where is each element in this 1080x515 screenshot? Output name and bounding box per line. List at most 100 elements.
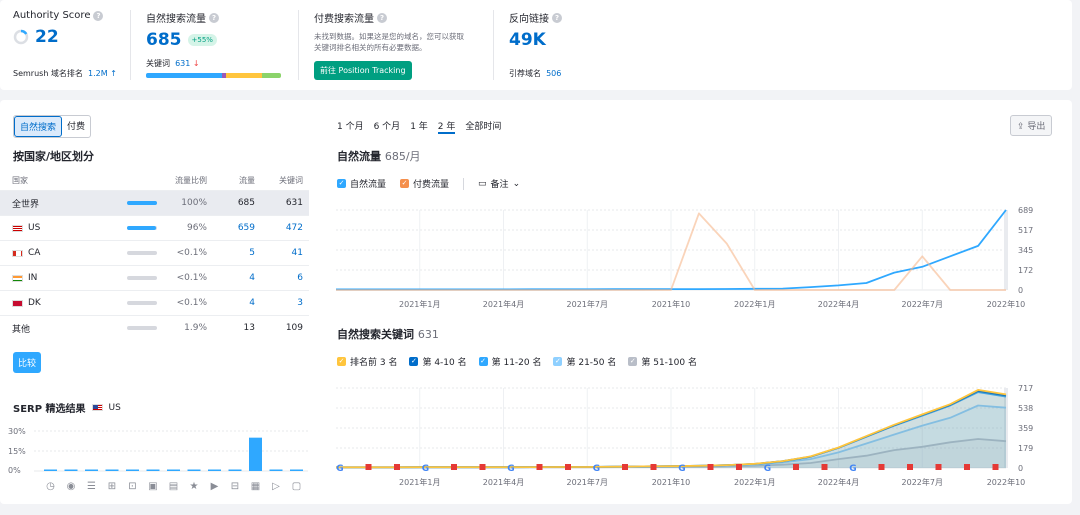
help-icon[interactable]: ? xyxy=(552,12,562,23)
serp-bar[interactable] xyxy=(105,469,119,472)
table-row[interactable]: 全世界 100% 685 631 xyxy=(0,190,309,215)
help-icon[interactable]: ? xyxy=(93,10,104,21)
faq-icon[interactable]: ▢ xyxy=(292,481,301,492)
timeframe-tab[interactable]: 2 年 xyxy=(437,119,456,134)
export-button[interactable]: ⇪ 导出 xyxy=(1010,115,1053,136)
country-name[interactable]: CA xyxy=(28,248,40,258)
country-name[interactable]: 全世界 xyxy=(12,197,39,210)
serp-bar[interactable] xyxy=(228,469,242,472)
legend-item[interactable]: ✓ 第 11-20 名 xyxy=(478,355,541,368)
country-name[interactable]: IN xyxy=(28,273,37,283)
organic-toggle[interactable]: 自然搜索 xyxy=(14,116,63,137)
table-row[interactable]: IN <0.1% 4 6 xyxy=(0,265,309,290)
divider xyxy=(463,177,465,190)
traffic-value[interactable]: 659 xyxy=(207,223,255,233)
image-pack-icon[interactable]: ▣ xyxy=(148,481,157,492)
serp-bar[interactable] xyxy=(64,469,78,472)
sitelinks-icon[interactable]: ⊞ xyxy=(108,481,116,492)
featured-snippet-icon[interactable]: ◷ xyxy=(46,481,55,492)
carousel-icon[interactable]: ▷ xyxy=(272,481,280,492)
y-tick-label: 717 xyxy=(1018,384,1033,393)
help-icon[interactable]: ? xyxy=(209,12,219,23)
serp-bar[interactable] xyxy=(167,469,180,472)
table-row[interactable]: CA <0.1% 5 41 xyxy=(0,240,309,265)
paid-traffic-desc: 未找到数据。如果这是您的域名，您可以获取 关键词排名相关的所有必要数据。 xyxy=(314,31,464,53)
notes-dropdown[interactable]: ▭ 备注 ⌄ xyxy=(478,177,520,191)
traffic-value[interactable]: 5 xyxy=(207,248,255,258)
timeframe-tab[interactable]: 6 个月 xyxy=(374,119,401,134)
table-header: 国家 流量比例 流量 关键词 xyxy=(0,170,309,190)
serp-bar[interactable] xyxy=(126,469,139,472)
legend-organic[interactable]: ✓ 自然流量 xyxy=(337,177,386,190)
flag-marker-icon xyxy=(907,464,913,470)
serp-bar[interactable] xyxy=(146,469,160,472)
legend-item[interactable]: ✓ 排名前 3 名 xyxy=(337,355,397,368)
country-name[interactable]: US xyxy=(28,223,40,233)
serp-title-text: SERP 精选结果 xyxy=(13,404,86,415)
organic-keywords: 关键词 631 ↓ xyxy=(146,58,200,69)
keywords-value[interactable]: 41 xyxy=(255,248,303,258)
traffic-value[interactable]: 4 xyxy=(207,298,255,308)
timeframe-tab[interactable]: 1 个月 xyxy=(337,119,364,134)
timeframe-tab[interactable]: 1 年 xyxy=(410,119,428,134)
shopping-icon[interactable]: ⊟ xyxy=(231,481,239,492)
domain-rank-value[interactable]: 1.2M xyxy=(88,69,108,78)
flag-marker-icon xyxy=(622,464,628,470)
image-icon[interactable]: ▦ xyxy=(251,481,260,492)
google-update-icon: G xyxy=(764,464,771,474)
table-row[interactable]: DK <0.1% 4 3 xyxy=(0,290,309,315)
serp-country[interactable]: US xyxy=(109,403,121,413)
legend-item[interactable]: ✓ 第 21-50 名 xyxy=(553,355,616,368)
organic-keywords-value[interactable]: 631 xyxy=(175,59,190,68)
legend-item[interactable]: ✓ 第 51-100 名 xyxy=(628,355,697,368)
traffic-legend: ✓ 自然流量 ✓ 付费流量 ▭ 备注 ⌄ xyxy=(337,177,520,190)
score-ring-icon xyxy=(13,29,29,45)
serp-bar[interactable] xyxy=(44,469,57,472)
video-icon[interactable]: ⊡ xyxy=(128,481,136,492)
referring-domains-value[interactable]: 506 xyxy=(546,69,561,78)
serp-bar[interactable] xyxy=(187,469,201,472)
country-cell: US xyxy=(12,223,127,233)
y-tick-label: 517 xyxy=(1018,226,1033,235)
country-table: 国家 流量比例 流量 关键词 全世界 100% 685 631 US 96% 6… xyxy=(0,170,309,340)
table-row[interactable]: US 96% 659 472 xyxy=(0,215,309,240)
serp-features-chart: 30% 15% 0% ◷◉☰⊞⊡▣▤★▶⊟▦▷▢? xyxy=(8,427,308,492)
share-bar xyxy=(127,226,157,230)
country-cell: 其他 xyxy=(12,322,127,335)
serp-bar[interactable] xyxy=(290,469,303,472)
legend-label: 第 4-10 名 xyxy=(422,358,467,368)
country-name[interactable]: 其他 xyxy=(12,322,30,335)
share-value: 96% xyxy=(186,223,207,233)
local-pack-icon[interactable]: ◉ xyxy=(67,481,76,492)
keywords-value[interactable]: 472 xyxy=(255,223,303,233)
flag-marker-icon xyxy=(536,464,543,470)
serp-bar[interactable] xyxy=(269,469,283,472)
flag-marker-icon xyxy=(365,464,372,470)
traffic-value[interactable]: 4 xyxy=(207,273,255,283)
position-tracking-button[interactable]: 前往 Position Tracking xyxy=(314,61,412,80)
table-row[interactable]: 其他 1.9% 13 109 xyxy=(0,315,309,340)
upload-icon: ⇪ xyxy=(1017,122,1028,132)
star-icon[interactable]: ★ xyxy=(190,481,199,492)
serp-bar[interactable] xyxy=(85,469,98,472)
paid-traffic-block: 付费搜索流量? 未找到数据。如果这是您的域名，您可以获取 关键词排名相关的所有必… xyxy=(314,10,464,53)
serp-bar[interactable] xyxy=(249,437,262,471)
play-icon[interactable]: ▶ xyxy=(211,481,219,492)
organic-traffic-value[interactable]: 685 xyxy=(146,30,182,50)
timeframe-tab[interactable]: 全部时间 xyxy=(465,119,501,134)
legend-paid[interactable]: ✓ 付费流量 xyxy=(400,177,449,190)
divider xyxy=(493,10,494,80)
reviews-icon[interactable]: ☰ xyxy=(87,481,96,492)
keywords-value[interactable]: 6 xyxy=(255,273,303,283)
serp-bar[interactable] xyxy=(208,469,221,472)
keywords-value[interactable]: 3 xyxy=(255,298,303,308)
traffic-chart: 689 517 345 172 0 2021年1月 2021年4月 2021年7月 2021年1… xyxy=(336,206,1033,309)
compare-button[interactable]: 比较 xyxy=(13,352,42,373)
top-stories-icon[interactable]: ▤ xyxy=(169,481,178,492)
backlinks-value[interactable]: 49K xyxy=(509,30,546,50)
paid-toggle[interactable]: 付费 xyxy=(62,116,90,137)
legend-item[interactable]: ✓ 第 4-10 名 xyxy=(409,355,467,368)
google-update-icon: G xyxy=(849,464,856,474)
help-icon[interactable]: ? xyxy=(377,12,387,23)
country-name[interactable]: DK xyxy=(28,298,41,308)
